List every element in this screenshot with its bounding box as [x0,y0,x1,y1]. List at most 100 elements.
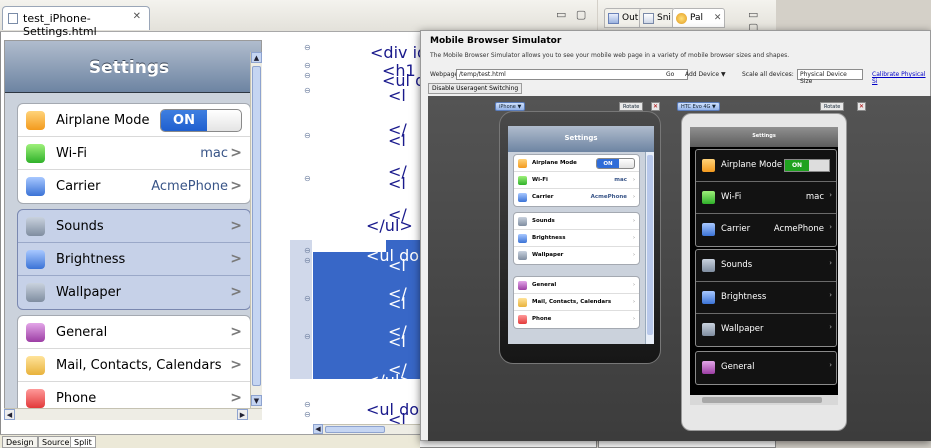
settings-row-airplane-mode[interactable]: Airplane Mode ON [514,155,639,172]
row-label: Wallpaper [532,252,564,258]
htc-horizontal-scrollbar[interactable] [690,395,838,405]
fold-toggle-icon[interactable]: ⊖ [304,43,311,52]
fold-toggle-icon[interactable]: ⊖ [304,71,311,80]
settings-row-brightness[interactable]: Brightness > [18,243,250,276]
tab-split[interactable]: Split [70,436,96,448]
scroll-thumb[interactable] [702,397,822,403]
iphone-rotate-button[interactable]: Rotate [619,102,644,111]
settings-group: Sounds › Brightness › Wallpaper › [513,212,640,265]
airplane-mode-toggle[interactable]: ON [160,109,242,132]
settings-row-carrier[interactable]: Carrier AcmePhone › [696,214,836,246]
row-label: Sounds [532,218,555,224]
airplane-mode-toggle[interactable]: ON [784,159,830,172]
phone-icon [518,315,527,324]
settings-row-sounds[interactable]: Sounds > [18,210,250,243]
fold-toggle-icon[interactable]: ⊖ [304,246,311,255]
iphone-scrollbar[interactable] [645,152,654,344]
fold-toggle-icon[interactable]: ⊖ [304,131,311,140]
htc-close-icon[interactable]: ✕ [857,102,866,111]
scroll-right-icon[interactable]: ▶ [237,409,248,420]
scroll-down-icon[interactable]: ▼ [251,395,262,406]
settings-row-wi-fi[interactable]: Wi-Fi mac > [18,137,250,170]
settings-group: Airplane Mode ON Wi-Fi mac > Carrier AcmePhone… [17,103,251,204]
code-line[interactable]: <l [388,256,406,275]
settings-row-airplane-mode[interactable]: Airplane Mode ON [18,104,250,137]
iphone-close-icon[interactable]: ✕ [651,102,660,111]
settings-row-sounds[interactable]: Sounds › [514,213,639,230]
settings-row-airplane-mode[interactable]: Airplane Mode ON [696,150,836,182]
airplane-icon [702,159,715,172]
scroll-thumb[interactable] [647,155,653,335]
settings-group: General › Mail, Contacts, Calendars › Phone › [513,276,640,329]
close-tab-icon[interactable]: ✕ [714,13,722,23]
add-device-button[interactable]: Add Device ▼ [685,71,726,78]
fold-toggle-icon[interactable]: ⊖ [304,332,311,341]
tab-palette-label: Pal [690,13,704,23]
code-line[interactable]: <l [388,86,406,105]
settings-row-mail-contacts-calendars[interactable]: Mail, Contacts, Calendars › [514,294,639,311]
settings-row-brightness[interactable]: Brightness › [696,282,836,314]
tab-design[interactable]: Design [2,436,38,448]
settings-row-sounds[interactable]: Sounds › [696,250,836,282]
htc-device-select[interactable]: HTC Evo 4G ▼ [677,102,720,111]
fold-toggle-icon[interactable]: ⊖ [304,61,311,70]
general-icon [702,361,715,374]
settings-row-wi-fi[interactable]: Wi-Fi mac › [696,182,836,214]
design-horizontal-scrollbar[interactable]: ◀ ▶ [4,408,262,420]
settings-row-phone[interactable]: Phone › [514,311,639,328]
editor-tab[interactable]: test_iPhone-Settings.html ✕ [2,6,150,38]
scroll-left-icon[interactable]: ◀ [313,424,323,434]
code-line[interactable]: <l [388,174,406,193]
fold-toggle-icon[interactable]: ⊖ [304,400,311,409]
fold-toggle-icon[interactable]: ⊖ [304,256,311,265]
settings-row-brightness[interactable]: Brightness › [514,230,639,247]
tab-palette[interactable]: Pal ✕ [672,8,726,28]
iphone-device-select[interactable]: iPhone ▼ [495,102,526,111]
fold-toggle-icon[interactable]: ⊖ [304,174,311,183]
go-button[interactable]: Go [666,71,674,78]
settings-row-wallpaper[interactable]: Wallpaper › [514,247,639,264]
row-value: mac [200,146,228,161]
scroll-thumb[interactable] [325,426,385,433]
code-line[interactable]: <l [388,131,406,150]
scroll-left-icon[interactable]: ◀ [4,409,15,420]
settings-row-mail-contacts-calendars[interactable]: Mail, Contacts, Calendars > [18,349,250,382]
fold-toggle-icon[interactable]: ⊖ [304,410,311,419]
sounds-icon [26,217,45,236]
disable-useragent-button[interactable]: Disable Useragent Switching [428,83,523,94]
code-line[interactable]: </ul> [366,216,413,235]
settings-row-wi-fi[interactable]: Wi-Fi mac › [514,172,639,189]
fold-toggle-icon[interactable]: ⊖ [304,294,311,303]
settings-row-wallpaper[interactable]: Wallpaper > [18,276,250,309]
settings-row-wallpaper[interactable]: Wallpaper › [696,314,836,346]
htc-rotate-button[interactable]: Rotate [820,102,845,111]
settings-row-general[interactable]: General > [18,316,250,349]
fold-toggle-icon[interactable]: ⊖ [304,86,311,95]
tab-snippets[interactable]: Sni [639,8,675,28]
airplane-mode-toggle[interactable]: ON [596,158,635,169]
scroll-up-icon[interactable]: ▲ [251,52,262,63]
close-tab-icon[interactable]: ✕ [133,11,141,22]
code-line[interactable]: </ul> [366,371,413,390]
calibrate-link[interactable]: Calibrate Physical Si [872,71,931,85]
mail-icon [518,298,527,307]
code-line[interactable]: <l [388,332,406,351]
iphone-screen[interactable]: Settings Airplane Mode ON Wi-Fi mac › Carrier… [508,126,654,344]
tab-source[interactable]: Source [38,436,74,448]
webpage-url-input[interactable]: /temp/test.html [456,69,688,80]
settings-row-general[interactable]: General › [514,277,639,294]
editor-window-controls[interactable]: ▭ ▢ [556,8,589,21]
wifi-icon [702,191,715,204]
design-vertical-scrollbar[interactable]: ▲ ▼ [250,52,262,408]
source-code-view[interactable]: <div id="s ⊖ <h1 do ⊖ <ul do ⊖ <l ⊖ </<l ⊖ </<l ⊖ </… [290,40,456,429]
scale-select[interactable]: Physical Device Size [797,69,863,85]
settings-row-general[interactable]: General › [696,352,836,384]
wifi-icon [518,176,527,185]
source-horizontal-scrollbar[interactable]: ◀ [313,424,420,434]
settings-row-carrier[interactable]: Carrier AcmePhone › [514,189,639,206]
settings-row-carrier[interactable]: Carrier AcmePhone > [18,170,250,203]
htc-screen[interactable]: Settings Airplane Mode ON Wi-Fi mac › Carrier… [690,127,838,405]
scroll-thumb[interactable] [252,66,261,386]
code-line[interactable]: <l [388,294,406,313]
editor-tab-bar: test_iPhone-Settings.html ✕ ▭ ▢ [0,0,597,38]
